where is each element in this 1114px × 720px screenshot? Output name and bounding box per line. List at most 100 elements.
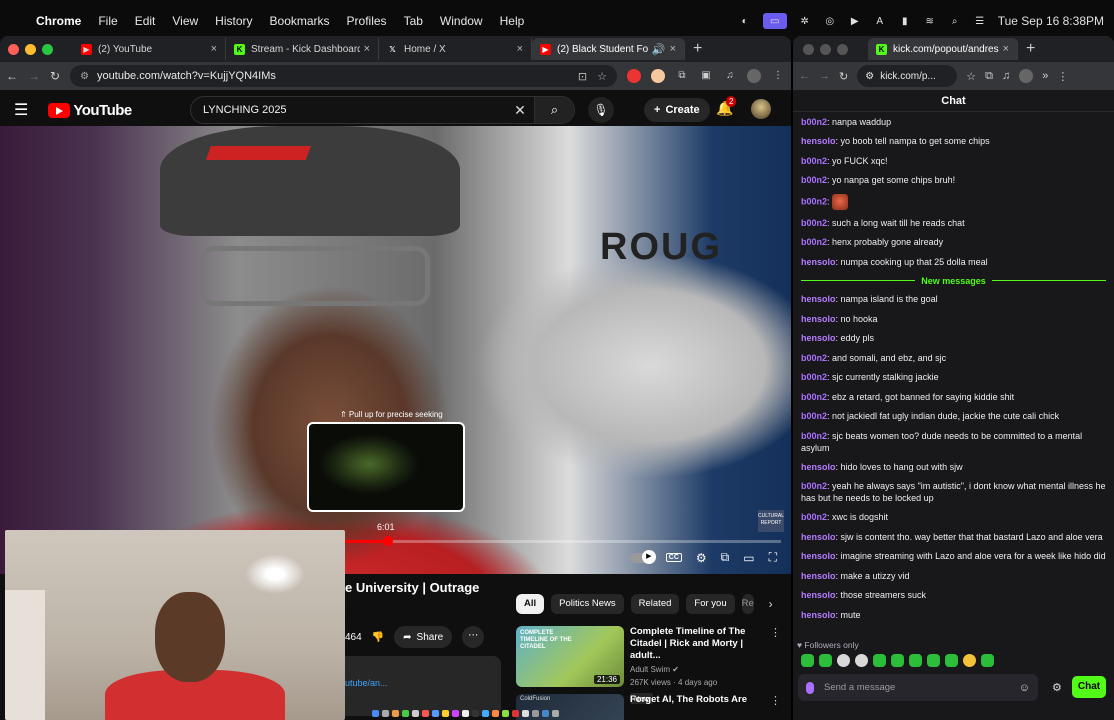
- dock-app-icon[interactable]: [532, 710, 539, 717]
- address-bar[interactable]: ⚙ kick.com/p...: [857, 65, 958, 87]
- chat-username[interactable]: hensolo: [801, 136, 836, 146]
- media-controls-icon[interactable]: ♫: [1002, 70, 1010, 82]
- battery-icon[interactable]: ▮: [898, 15, 912, 27]
- menu-view[interactable]: View: [172, 14, 198, 28]
- back-arrow-icon[interactable]: ←: [6, 69, 18, 83]
- dock-app-icon[interactable]: [452, 710, 459, 717]
- chat-settings-gear-icon[interactable]: ⚙: [1052, 681, 1062, 694]
- bookmark-star-icon[interactable]: ☆: [966, 70, 976, 83]
- chat-username[interactable]: b00n2: [801, 392, 827, 402]
- hamburger-menu-icon[interactable]: ☰: [14, 100, 28, 120]
- account-avatar[interactable]: [751, 99, 771, 119]
- send-chat-button[interactable]: Chat: [1072, 676, 1106, 698]
- screen-share-icon[interactable]: ◐: [738, 15, 752, 27]
- notifications-bell-icon[interactable]: 🔔 2: [716, 96, 737, 117]
- chip-politics-news[interactable]: Politics News: [551, 594, 624, 614]
- emote-icon[interactable]: [909, 654, 922, 667]
- emote-icon[interactable]: [891, 654, 904, 667]
- side-panel-icon[interactable]: ▣: [699, 69, 713, 83]
- menu-app-chrome[interactable]: Chrome: [36, 14, 81, 28]
- play-icon[interactable]: ▶: [848, 15, 862, 27]
- chat-message-input[interactable]: Send a message ☺: [798, 674, 1038, 701]
- extension-orange-icon[interactable]: [651, 69, 665, 83]
- chat-username[interactable]: b00n2: [801, 431, 827, 441]
- tab-close-icon[interactable]: ×: [670, 43, 676, 55]
- share-button[interactable]: ➦ Share: [394, 626, 453, 648]
- emote-icon[interactable]: [855, 654, 868, 667]
- emote-icon[interactable]: [801, 654, 814, 667]
- tab-close-icon[interactable]: ×: [364, 43, 370, 55]
- bookmark-star-icon[interactable]: ☆: [597, 70, 607, 83]
- dislike-thumb-icon[interactable]: 👎: [372, 632, 384, 643]
- dock-app-icon[interactable]: [382, 710, 389, 717]
- create-button[interactable]: + Create: [644, 98, 710, 122]
- back-arrow-icon[interactable]: ←: [799, 70, 810, 82]
- dock-app-icon[interactable]: [412, 710, 419, 717]
- dock-app-icon[interactable]: [432, 710, 439, 717]
- recommendation-title[interactable]: Forget AI, The Robots Are: [630, 694, 770, 706]
- chip-related[interactable]: Related: [630, 594, 680, 614]
- recommendation-channel[interactable]: Adult Swim ✔: [630, 664, 770, 675]
- chip-recently-uploaded[interactable]: Re: [741, 594, 754, 614]
- channel-name[interactable]: Adult Swim: [630, 665, 670, 674]
- dock-app-icon[interactable]: [392, 710, 399, 717]
- menu-profiles[interactable]: Profiles: [347, 14, 387, 28]
- emote-icon[interactable]: [837, 654, 850, 667]
- tab-youtube-video[interactable]: ▶ (2) Black Student Found 🔊 ×: [532, 38, 685, 60]
- chat-username[interactable]: hensolo: [801, 294, 836, 304]
- tab-x-home[interactable]: 𝕏 Home / X ×: [379, 38, 532, 60]
- chip-all[interactable]: All: [516, 594, 545, 614]
- dock-app-icon[interactable]: [502, 710, 509, 717]
- new-tab-button[interactable]: +: [693, 40, 702, 58]
- emoji-picker-icon[interactable]: ☺: [1019, 682, 1030, 694]
- search-button[interactable]: ⌕: [534, 97, 574, 123]
- install-app-icon[interactable]: ⊡: [578, 70, 587, 83]
- voice-search-mic-icon[interactable]: 🎙: [588, 97, 614, 123]
- emote-icon[interactable]: [981, 654, 994, 667]
- search-input[interactable]: LYNCHING 2025: [203, 104, 506, 116]
- recommendation-menu-icon[interactable]: ⋮: [770, 694, 781, 720]
- chat-username[interactable]: hensolo: [801, 551, 836, 561]
- chat-username[interactable]: b00n2: [801, 156, 827, 166]
- menu-help[interactable]: Help: [500, 14, 525, 28]
- menu-edit[interactable]: Edit: [135, 14, 156, 28]
- minimize-window-button[interactable]: [820, 43, 831, 55]
- site-info-icon[interactable]: ⚙: [80, 71, 89, 82]
- emote-icon[interactable]: [927, 654, 940, 667]
- channel-watermark[interactable]: CULTURAL REPORT: [758, 510, 784, 532]
- description-link[interactable]: utube/an...: [345, 678, 388, 688]
- dock-app-icon[interactable]: [542, 710, 549, 717]
- close-window-button[interactable]: [8, 43, 19, 55]
- tab-kick-dashboard[interactable]: K Stream - Kick Dashboard ×: [226, 38, 379, 60]
- chat-username[interactable]: b00n2: [801, 481, 827, 491]
- obs-icon[interactable]: ◎: [823, 15, 837, 27]
- chat-username[interactable]: b00n2: [801, 117, 827, 127]
- wifi-icon[interactable]: ≋: [923, 15, 937, 27]
- dock-app-icon[interactable]: [482, 710, 489, 717]
- zoom-window-button[interactable]: [837, 43, 848, 55]
- chat-username[interactable]: hensolo: [801, 257, 836, 267]
- chat-username[interactable]: b00n2: [801, 353, 827, 363]
- reload-icon[interactable]: ↻: [839, 70, 848, 83]
- more-toolbar-chevron-icon[interactable]: »: [1042, 70, 1048, 82]
- chat-mic-icon[interactable]: [806, 681, 814, 694]
- settings-gear-icon[interactable]: ⚙: [696, 551, 707, 565]
- dock-app-icon[interactable]: [522, 710, 529, 717]
- dock-app-icon[interactable]: [422, 710, 429, 717]
- chat-username[interactable]: hensolo: [801, 333, 836, 343]
- recommendation-title[interactable]: Complete Timeline of The Citadel | Rick …: [630, 626, 770, 662]
- chip-for-you[interactable]: For you: [686, 594, 735, 614]
- tab-close-icon[interactable]: ×: [211, 43, 217, 55]
- miniplayer-icon[interactable]: ⧉: [721, 550, 730, 565]
- extensions-puzzle-icon[interactable]: ⧉: [675, 69, 689, 83]
- minimize-window-button[interactable]: [25, 43, 36, 55]
- zoom-window-button[interactable]: [42, 43, 53, 55]
- chat-username[interactable]: hensolo: [801, 590, 836, 600]
- chat-username[interactable]: b00n2: [801, 218, 827, 228]
- dock-app-icon[interactable]: [442, 710, 449, 717]
- chat-username[interactable]: hensolo: [801, 314, 836, 324]
- new-tab-button[interactable]: +: [1026, 40, 1035, 58]
- dock-app-icon[interactable]: [472, 710, 479, 717]
- youtube-logo[interactable]: YouTube: [48, 102, 132, 119]
- recommendation-thumbnail[interactable]: COMPLETE TIMELINE OF THE CITADEL 21:36: [516, 626, 624, 687]
